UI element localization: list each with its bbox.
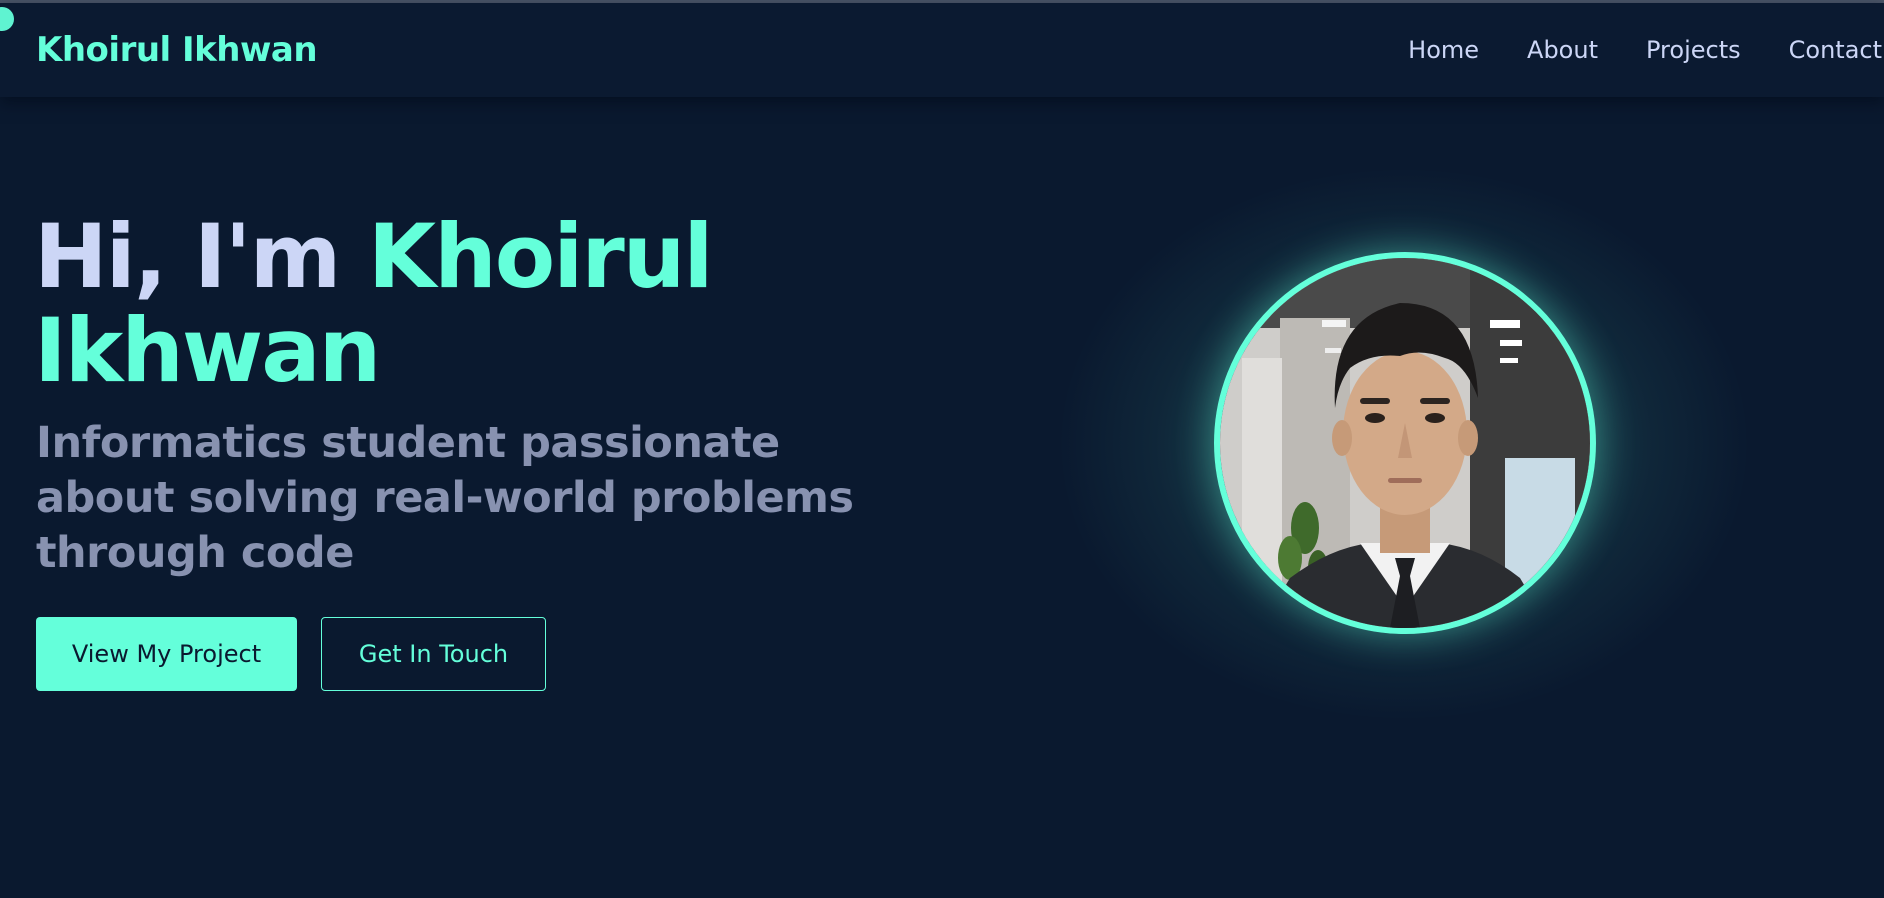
nav-item-projects[interactable]: Projects [1646,36,1741,64]
nav-item-contact[interactable]: Contact [1789,36,1882,64]
hero-name-first: Khoirul [367,205,714,308]
view-project-button[interactable]: View My Project [36,617,297,691]
navbar: Khoirul Ikhwan Home About Projects Conta… [0,3,1884,97]
brand-logo[interactable]: Khoirul Ikhwan [36,30,318,70]
nav-item-about[interactable]: About [1527,36,1598,64]
hero-subtitle: Informatics student passionate about sol… [36,418,854,578]
profile-photo [1214,252,1596,634]
nav-links: Home About Projects Contact [1408,36,1884,64]
hero-greeting: Hi, I'm [34,205,341,308]
nav-item-home[interactable]: Home [1408,36,1479,64]
hero-title: Hi, I'm Khoirul Ikhwan [34,210,714,398]
hero-name-last: Ikhwan [34,299,381,402]
profile-photo-illustration [1220,258,1590,628]
get-in-touch-button[interactable]: Get In Touch [321,617,546,691]
